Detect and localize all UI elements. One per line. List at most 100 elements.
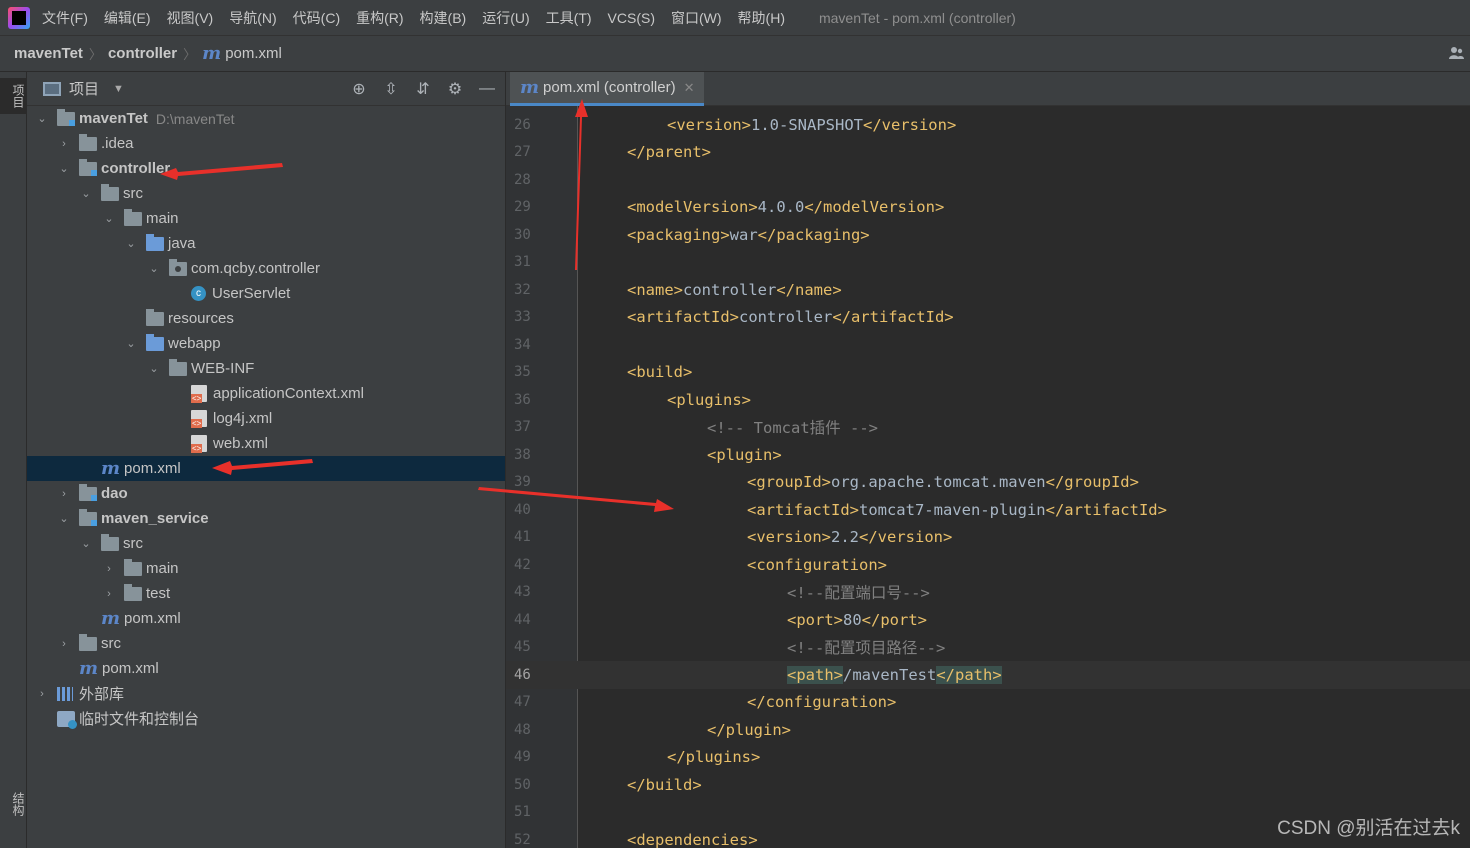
- line-number[interactable]: 36: [506, 392, 566, 408]
- chevron-right-icon[interactable]: ›: [57, 488, 71, 500]
- chevron-right-icon[interactable]: ›: [102, 588, 116, 600]
- tree-item-resources[interactable]: › resources: [27, 306, 505, 331]
- code-line[interactable]: 37 <!-- Tomcat插件 -->: [506, 414, 1470, 442]
- code-line[interactable]: 27 </parent>: [506, 139, 1470, 167]
- code-line[interactable]: 35 <build>: [506, 359, 1470, 387]
- tree-item-mavenTet[interactable]: ⌄ mavenTet D:\mavenTet: [27, 106, 505, 131]
- locate-icon[interactable]: ⊕: [349, 79, 369, 99]
- intellij-logo-icon[interactable]: [8, 6, 30, 29]
- line-number[interactable]: 26: [506, 117, 566, 133]
- code-line[interactable]: 38 <plugin>: [506, 441, 1470, 469]
- line-number[interactable]: 32: [506, 282, 566, 298]
- tree-item-service-src[interactable]: ⌄ src: [27, 531, 505, 556]
- breadcrumb-file[interactable]: pom.xml: [225, 45, 282, 62]
- line-number[interactable]: 50: [506, 777, 566, 793]
- menu-file[interactable]: 文件(F): [42, 8, 88, 28]
- chevron-right-icon[interactable]: ›: [57, 138, 71, 150]
- line-number[interactable]: 51: [506, 804, 566, 820]
- code-line[interactable]: 42 <configuration>: [506, 551, 1470, 579]
- line-number[interactable]: 30: [506, 227, 566, 243]
- expand-all-icon[interactable]: ⇳: [381, 79, 401, 99]
- chevron-down-icon[interactable]: ⌄: [147, 362, 161, 375]
- code-line[interactable]: 43 <!--配置端口号-->: [506, 579, 1470, 607]
- line-number[interactable]: 27: [506, 144, 566, 160]
- chevron-down-icon[interactable]: ▼: [113, 83, 124, 95]
- code-line[interactable]: 47 </configuration>: [506, 689, 1470, 717]
- line-number[interactable]: 38: [506, 447, 566, 463]
- menu-refactor[interactable]: 重构(R): [356, 8, 403, 28]
- menu-edit[interactable]: 编辑(E): [104, 8, 151, 28]
- user-icon[interactable]: [1448, 45, 1464, 61]
- tree-item-scratches[interactable]: › 临时文件和控制台: [27, 706, 505, 731]
- code-line[interactable]: 33 <artifactId>controller</artifactId>: [506, 304, 1470, 332]
- tree-item-controller[interactable]: ⌄ controller: [27, 156, 505, 181]
- code-line[interactable]: 32 <name>controller</name>: [506, 276, 1470, 304]
- breadcrumb-project[interactable]: mavenTet: [14, 45, 83, 62]
- code-line[interactable]: 48 </plugin>: [506, 716, 1470, 744]
- code-editor[interactable]: 26 <version>1.0-SNAPSHOT</version> 27 </par…: [506, 106, 1470, 848]
- code-line[interactable]: 31: [506, 249, 1470, 277]
- project-panel-title[interactable]: 项目: [69, 78, 99, 99]
- chevron-down-icon[interactable]: ⌄: [79, 187, 93, 200]
- tree-item-webinf[interactable]: ⌄ WEB-INF: [27, 356, 505, 381]
- chevron-right-icon[interactable]: ›: [35, 688, 49, 700]
- code-line[interactable]: 46 <path>/mavenTest</path>: [506, 661, 1470, 689]
- code-line[interactable]: 45 <!--配置项目路径-->: [506, 634, 1470, 662]
- line-number[interactable]: 33: [506, 309, 566, 325]
- menu-tools[interactable]: 工具(T): [546, 8, 592, 28]
- code-line[interactable]: 50 </build>: [506, 771, 1470, 799]
- line-number[interactable]: 45: [506, 639, 566, 655]
- line-number[interactable]: 43: [506, 584, 566, 600]
- menu-build[interactable]: 构建(B): [420, 8, 467, 28]
- tree-item-idea[interactable]: › .idea: [27, 131, 505, 156]
- code-line[interactable]: 36 <plugins>: [506, 386, 1470, 414]
- close-icon[interactable]: ✕: [684, 80, 695, 96]
- chevron-down-icon[interactable]: ⌄: [35, 112, 49, 125]
- line-number[interactable]: 46: [506, 667, 566, 683]
- menu-code[interactable]: 代码(C): [293, 8, 340, 28]
- menu-run[interactable]: 运行(U): [482, 8, 529, 28]
- structure-tool-tab[interactable]: 结构: [0, 786, 27, 822]
- chevron-down-icon[interactable]: ⌄: [57, 512, 71, 525]
- code-line[interactable]: 28: [506, 166, 1470, 194]
- chevron-down-icon[interactable]: ⌄: [124, 337, 138, 350]
- menu-vcs[interactable]: VCS(S): [608, 10, 655, 26]
- chevron-right-icon[interactable]: ›: [102, 563, 116, 575]
- tree-item-package[interactable]: ⌄ com.qcby.controller: [27, 256, 505, 281]
- breadcrumb-module[interactable]: controller: [108, 45, 177, 62]
- menu-view[interactable]: 视图(V): [167, 8, 214, 28]
- line-number[interactable]: 47: [506, 694, 566, 710]
- line-number[interactable]: 31: [506, 254, 566, 270]
- tree-item-controller-pom[interactable]: › m pom.xml: [27, 456, 505, 481]
- tree-item-webapp[interactable]: ⌄ webapp: [27, 331, 505, 356]
- line-number[interactable]: 39: [506, 474, 566, 490]
- code-line[interactable]: 39 <groupId>org.apache.tomcat.maven</grou…: [506, 469, 1470, 497]
- gear-icon[interactable]: ⚙: [445, 79, 465, 99]
- tree-item-service-pom[interactable]: › m pom.xml: [27, 606, 505, 631]
- line-number[interactable]: 44: [506, 612, 566, 628]
- tree-item-userservlet[interactable]: › c UserServlet: [27, 281, 505, 306]
- menu-help[interactable]: 帮助(H): [738, 8, 785, 28]
- line-number[interactable]: 40: [506, 502, 566, 518]
- tree-item-maven-service[interactable]: ⌄ maven_service: [27, 506, 505, 531]
- chevron-down-icon[interactable]: ⌄: [57, 162, 71, 175]
- code-line[interactable]: 44 <port>80</port>: [506, 606, 1470, 634]
- tree-item-java[interactable]: ⌄ java: [27, 231, 505, 256]
- chevron-down-icon[interactable]: ⌄: [102, 212, 116, 225]
- tree-item-main[interactable]: ⌄ main: [27, 206, 505, 231]
- tree-item-src[interactable]: ⌄ src: [27, 181, 505, 206]
- tab-pom-controller[interactable]: m pom.xml (controller) ✕: [510, 72, 705, 106]
- chevron-down-icon[interactable]: ⌄: [147, 262, 161, 275]
- project-tool-tab[interactable]: 项目: [0, 78, 27, 114]
- code-line[interactable]: 49 </plugins>: [506, 744, 1470, 772]
- collapse-all-icon[interactable]: ⇵: [413, 79, 433, 99]
- line-number[interactable]: 35: [506, 364, 566, 380]
- code-line[interactable]: 26 <version>1.0-SNAPSHOT</version>: [506, 111, 1470, 139]
- tree-item-root-pom[interactable]: › m pom.xml: [27, 656, 505, 681]
- tree-item-service-test[interactable]: › test: [27, 581, 505, 606]
- line-number[interactable]: 52: [506, 832, 566, 848]
- menu-navigate[interactable]: 导航(N): [229, 8, 276, 28]
- chevron-right-icon[interactable]: ›: [57, 638, 71, 650]
- tree-item-appcontext[interactable]: › applicationContext.xml: [27, 381, 505, 406]
- code-line[interactable]: 40 <artifactId>tomcat7-maven-plugin</arti…: [506, 496, 1470, 524]
